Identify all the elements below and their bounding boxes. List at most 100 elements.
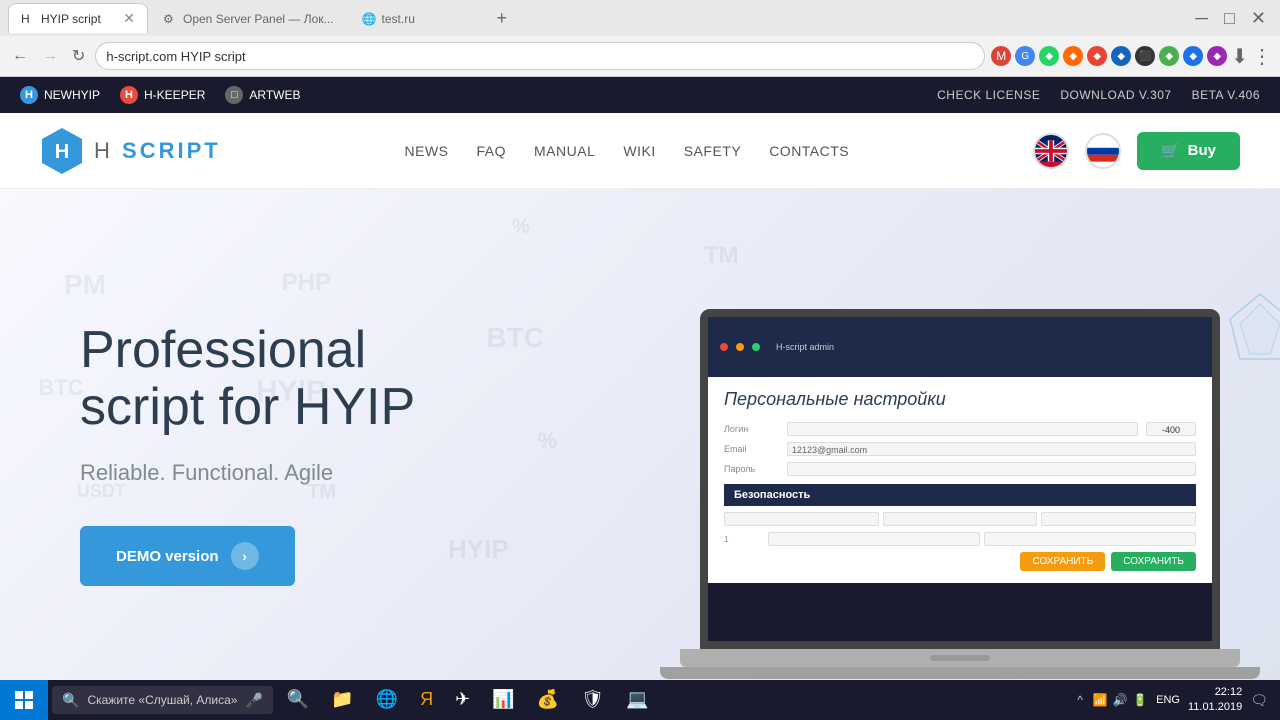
windows-icon xyxy=(15,691,33,709)
volume-icon[interactable]: 🔊 xyxy=(1112,692,1128,708)
arrow-icon: › xyxy=(231,542,259,570)
nav-links: NEWS FAQ MANUAL WIKI SAFETY CONTACTS xyxy=(405,143,850,159)
extension2-icon[interactable]: ◆ xyxy=(1063,46,1083,66)
search-text: Скажите «Слушай, Алиса» xyxy=(87,693,237,707)
demo-label: DEMO version xyxy=(116,548,219,565)
notifications-icon[interactable]: 🗨 xyxy=(1250,692,1268,709)
buy-label: Buy xyxy=(1188,142,1216,159)
taskbar-tray: ^ 📶 🔊 🔋 ENG 22:12 11.01.2019 🗨 xyxy=(1060,685,1280,716)
nav-news[interactable]: NEWS xyxy=(405,143,449,159)
extension-icon[interactable]: ◆ xyxy=(1039,46,1059,66)
new-tab-button[interactable]: + xyxy=(491,8,514,29)
screen-save-btn: СОХРАНИТЬ xyxy=(1020,552,1105,571)
taskbar-app4-item[interactable]: 💻 xyxy=(616,680,658,720)
battery-icon[interactable]: 🔋 xyxy=(1132,692,1148,708)
tab-title: HYIP script xyxy=(41,12,117,26)
forward-button[interactable]: → xyxy=(38,43,62,69)
date-display: 11.01.2019 xyxy=(1188,700,1242,715)
address-text: h-script.com HYIP script xyxy=(106,49,245,64)
extension7-icon[interactable]: ◆ xyxy=(1183,46,1203,66)
taskbar-search[interactable]: 🔍 Скажите «Слушай, Алиса» 🎤 xyxy=(52,686,273,714)
tab-title-2: Open Server Panel — Лок... xyxy=(183,12,334,26)
screen-security: Безопасность xyxy=(724,484,1196,506)
logo-text: H SCRIPT xyxy=(94,138,221,164)
tray-icons: ^ 📶 🔊 🔋 xyxy=(1072,692,1148,708)
address-bar[interactable]: h-script.com HYIP script xyxy=(95,42,985,70)
logo[interactable]: H H SCRIPT xyxy=(40,126,221,176)
taskbar-browser-item[interactable]: 🌐 xyxy=(366,680,408,720)
newhyip-label: NEWHYIP xyxy=(44,88,100,102)
tab-close-button[interactable]: ✕ xyxy=(123,10,135,27)
inactive-tab-3[interactable]: 🌐 test.ru xyxy=(349,3,489,33)
gmail-icon[interactable]: M xyxy=(991,46,1011,66)
demo-button[interactable]: DEMO version › xyxy=(80,526,295,586)
artweb-label: ARTWEB xyxy=(249,88,300,102)
back-button[interactable]: ← xyxy=(8,43,32,69)
hkeeper-label: H-KEEPER xyxy=(144,88,205,102)
taskbar-items: 🔍 📁 🌐 Я ✈ 📊 💰 🛡 💻 xyxy=(273,680,1060,720)
download-icon[interactable]: ⬇ xyxy=(1231,44,1248,69)
english-flag-button[interactable] xyxy=(1033,133,1069,169)
taskbar-telegram-item[interactable]: ✈ xyxy=(445,680,480,720)
extension4-icon[interactable]: ◆ xyxy=(1111,46,1131,66)
tray-arrow[interactable]: ^ xyxy=(1072,692,1088,708)
close-button[interactable]: ✕ xyxy=(1245,8,1272,29)
hkeeper-link[interactable]: H H-KEEPER xyxy=(120,86,205,104)
top-bar: H NEWHYIP H H-KEEPER □ ARTWEB CHECK LICE… xyxy=(0,77,1280,113)
download-link[interactable]: DOWNLOAD V.307 xyxy=(1060,88,1171,102)
network-icon[interactable]: 📶 xyxy=(1092,692,1108,708)
russian-flag-button[interactable] xyxy=(1085,133,1121,169)
browser-toolbar: M G ◆ ◆ ◆ ◆ ⬛ ◆ ◆ ◆ ⬇ ⋮ xyxy=(991,44,1272,69)
nav-contacts[interactable]: CONTACTS xyxy=(769,143,849,159)
minimize-button[interactable]: ─ xyxy=(1189,8,1214,29)
active-tab[interactable]: H HYIP script ✕ xyxy=(8,3,148,33)
extension5-icon[interactable]: ⬛ xyxy=(1135,46,1155,66)
browser-icon-tb: 🌐 xyxy=(376,689,398,710)
google-icon[interactable]: G xyxy=(1015,46,1035,66)
check-license-link[interactable]: CHECK LICENSE xyxy=(937,88,1040,102)
taskbar-app2-item[interactable]: 💰 xyxy=(527,680,569,720)
logo-icon: H xyxy=(40,126,84,176)
taskbar-files-item[interactable]: 📁 xyxy=(321,680,363,720)
app3-icon: 🛡 xyxy=(581,689,604,710)
nav-safety[interactable]: SAFETY xyxy=(684,143,741,159)
refresh-button[interactable]: ↻ xyxy=(68,42,89,70)
nav-faq[interactable]: FAQ xyxy=(477,143,507,159)
taskbar-yandex-item[interactable]: Я xyxy=(410,680,443,720)
yandex-icon: Я xyxy=(420,689,433,710)
microphone-icon[interactable]: 🎤 xyxy=(245,692,262,709)
laptop-screen: H-script admin Персональные настройки Ло… xyxy=(700,309,1220,649)
extension3-icon[interactable]: ◆ xyxy=(1087,46,1107,66)
artweb-link[interactable]: □ ARTWEB xyxy=(225,86,300,104)
time-display: 22:12 xyxy=(1188,685,1242,700)
taskbar-search-item[interactable]: 🔍 xyxy=(277,680,319,720)
nav-manual[interactable]: MANUAL xyxy=(534,143,595,159)
taskbar-app3-item[interactable]: 🛡 xyxy=(571,680,614,720)
extension6-icon[interactable]: ◆ xyxy=(1159,46,1179,66)
start-button[interactable] xyxy=(0,680,48,720)
app1-icon: 📊 xyxy=(492,689,514,710)
hero-title: Professional script for HYIP xyxy=(80,322,415,436)
screen-save2-btn: СОХРАНИТЬ xyxy=(1111,552,1196,571)
clock[interactable]: 22:12 11.01.2019 xyxy=(1188,685,1242,716)
buy-button[interactable]: 🛒 Buy xyxy=(1137,132,1240,170)
beta-link[interactable]: BETA V.406 xyxy=(1192,88,1260,102)
tab-favicon-2: ⚙ xyxy=(163,12,177,26)
newhyip-link[interactable]: H NEWHYIP xyxy=(20,86,100,104)
hero-subtitle: Reliable. Functional. Agile xyxy=(80,460,415,486)
language-indicator[interactable]: ENG xyxy=(1156,694,1180,706)
tab-title-3: test.ru xyxy=(382,12,476,26)
folder-icon: 📁 xyxy=(331,689,353,710)
taskbar-app1-item[interactable]: 📊 xyxy=(482,680,524,720)
hero-section: PM BТС USDT PHP HYIP TM PM % BТС % HYIP … xyxy=(0,189,1280,681)
maximize-button[interactable]: □ xyxy=(1218,8,1241,29)
artweb-icon: □ xyxy=(225,86,243,104)
newhyip-icon: H xyxy=(20,86,38,104)
svg-text:H: H xyxy=(55,141,69,163)
inactive-tab-2[interactable]: ⚙ Open Server Panel — Лок... xyxy=(150,3,347,33)
tab-favicon-3: 🌐 xyxy=(362,12,376,26)
nav-wiki[interactable]: WIKI xyxy=(623,143,655,159)
menu-button[interactable]: ⋮ xyxy=(1252,44,1272,69)
extension8-icon[interactable]: ◆ xyxy=(1207,46,1227,66)
search-taskbar-icon: 🔍 xyxy=(287,689,309,710)
